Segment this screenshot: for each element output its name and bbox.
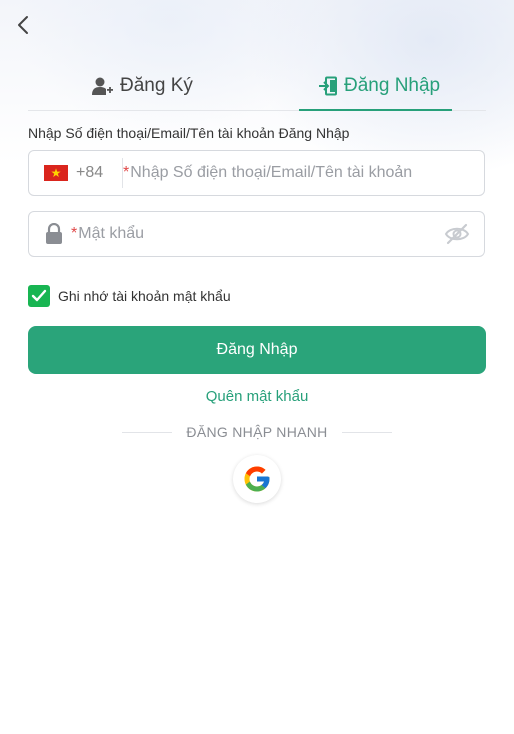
account-field: ★ +84 *Nhập Số điện thoại/Email/Tên tài … <box>28 150 485 196</box>
vietnam-flag-icon: ★ <box>44 165 68 181</box>
password-input-wrap: *Mật khẩu <box>71 213 444 255</box>
password-field: *Mật khẩu <box>28 211 485 257</box>
tab-register[interactable]: Đăng Ký <box>92 62 193 110</box>
tab-login[interactable]: Đăng Nhập <box>318 62 440 110</box>
remember-checkbox[interactable] <box>28 285 50 307</box>
tab-register-label: Đăng Ký <box>120 75 193 96</box>
eye-hidden-icon[interactable] <box>444 223 470 245</box>
login-button[interactable]: Đăng Nhập <box>28 326 486 374</box>
active-tab-indicator <box>299 109 452 111</box>
auth-tabs: Đăng Ký Đăng Nhập <box>28 62 486 111</box>
back-arrow-icon[interactable] <box>14 14 34 36</box>
lock-icon <box>46 223 62 244</box>
divider-line-left <box>122 431 173 433</box>
forgot-password-link[interactable]: Quên mật khẩu <box>0 388 514 405</box>
country-code-selector[interactable]: ★ +84 <box>29 158 123 188</box>
login-door-icon <box>319 76 337 96</box>
google-login-button[interactable] <box>233 455 281 503</box>
user-add-icon <box>92 77 113 95</box>
tab-login-label: Đăng Nhập <box>344 75 441 96</box>
quick-login-divider: ĐĂNG NHẬP NHANH <box>122 424 392 440</box>
remember-me[interactable]: Ghi nhớ tài khoản mật khẩu <box>28 285 231 307</box>
account-input-wrap: *Nhập Số điện thoại/Email/Tên tài khoản <box>123 152 484 194</box>
account-field-label: Nhập Số điện thoại/Email/Tên tài khoản Đ… <box>28 125 350 141</box>
quick-login-label: ĐĂNG NHẬP NHANH <box>186 424 328 440</box>
remember-label: Ghi nhớ tài khoản mật khẩu <box>58 288 231 304</box>
account-input[interactable] <box>131 152 484 194</box>
google-icon <box>244 466 270 492</box>
password-input[interactable] <box>71 213 444 255</box>
check-icon <box>31 289 47 302</box>
country-code: +84 <box>76 164 104 181</box>
divider-line-right <box>341 431 392 433</box>
